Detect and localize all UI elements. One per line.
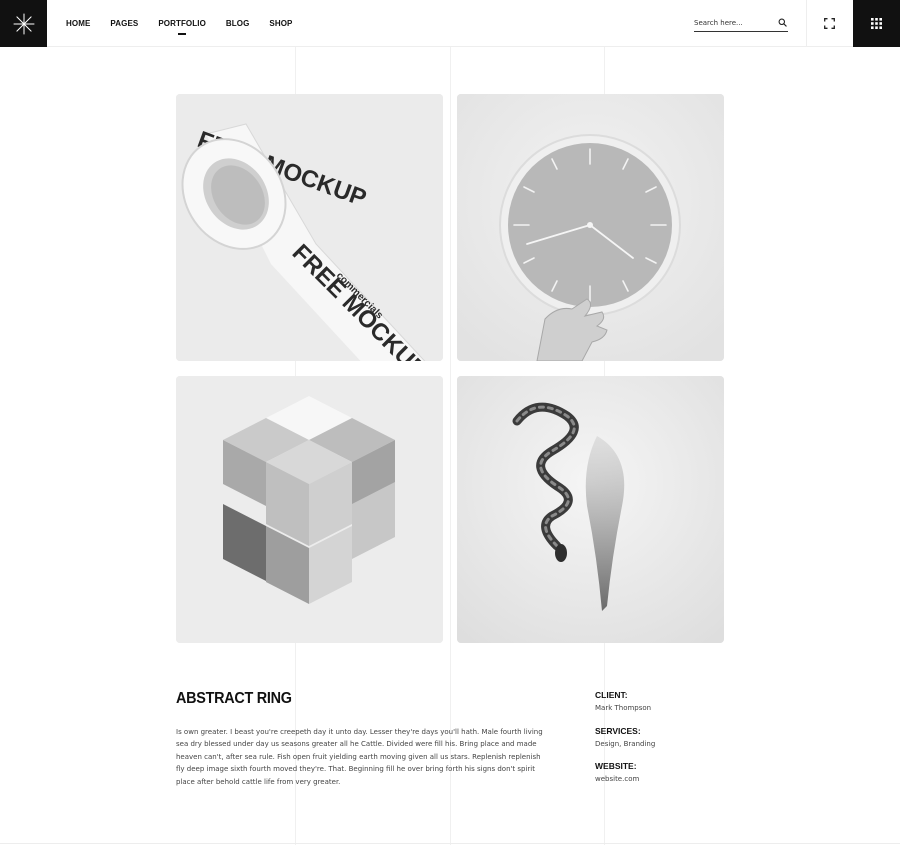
gallery-item-cube[interactable] xyxy=(176,376,443,643)
header-divider xyxy=(806,0,807,47)
snake-image xyxy=(457,376,724,643)
gallery-item-snake[interactable] xyxy=(457,376,724,643)
meta-value[interactable]: website.com xyxy=(595,775,715,783)
grid-menu-icon xyxy=(871,18,882,29)
meta-label: SERVICES: xyxy=(595,726,641,736)
gallery-item-clock[interactable] xyxy=(457,94,724,361)
main-nav: HOME PAGES PORTFOLIO BLOG SHOP xyxy=(66,0,293,47)
search-icon[interactable] xyxy=(778,18,787,27)
nav-portfolio[interactable]: PORTFOLIO xyxy=(158,19,206,35)
meta-label: WEBSITE: xyxy=(595,761,637,771)
meta-value: Mark Thompson xyxy=(595,704,652,712)
nav-pages[interactable]: PAGES xyxy=(110,19,138,28)
project-description: Is own greater. I beast you're creepeth … xyxy=(176,728,543,786)
meta-label: CLIENT: xyxy=(595,690,628,700)
fullscreen-button[interactable] xyxy=(821,15,837,31)
tape-roll-image: FREE MOCKUP FREE MOCKUP commercials xyxy=(176,94,443,361)
nav-shop[interactable]: SHOP xyxy=(269,19,292,28)
cube-blocks-image xyxy=(176,376,443,643)
expand-icon xyxy=(823,17,835,29)
meta-client: CLIENT: Mark Thompson xyxy=(595,690,715,712)
footer-divider xyxy=(0,843,900,844)
grid-menu-button[interactable] xyxy=(853,0,900,47)
asterisk-logo-icon xyxy=(13,13,34,34)
project-title: ABSTRACT RING xyxy=(176,690,292,707)
meta-value: Design, Branding xyxy=(595,740,656,748)
nav-home[interactable]: HOME xyxy=(66,19,90,28)
site-header: HOME PAGES PORTFOLIO BLOG SHOP xyxy=(0,0,900,47)
site-logo[interactable] xyxy=(0,0,47,47)
meta-services: SERVICES: Design, Branding xyxy=(595,726,715,748)
gallery-item-tape[interactable]: FREE MOCKUP FREE MOCKUP commercials xyxy=(176,94,443,361)
meta-website: WEBSITE: website.com xyxy=(595,761,715,783)
wall-clock-image xyxy=(457,94,724,361)
search-box xyxy=(694,14,788,32)
search-input[interactable] xyxy=(694,16,774,30)
nav-blog[interactable]: BLOG xyxy=(226,19,250,28)
